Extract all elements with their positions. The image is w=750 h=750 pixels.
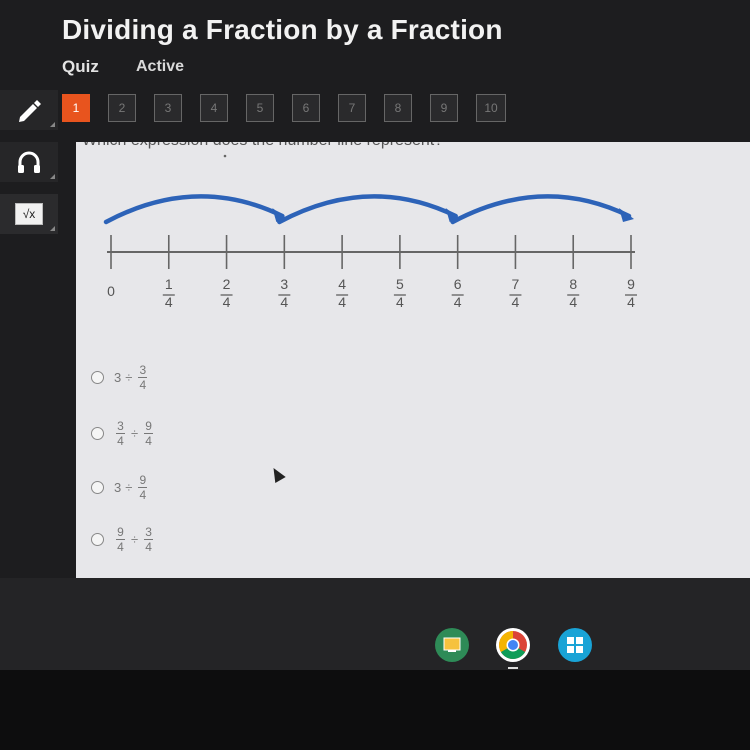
operator: ÷ bbox=[131, 532, 139, 547]
numerator: 3 bbox=[145, 525, 152, 539]
tick-label-denominator: 4 bbox=[454, 294, 462, 310]
tool-corner bbox=[50, 122, 55, 127]
tick-label-numerator: 1 bbox=[165, 276, 173, 292]
tick-label-denominator: 4 bbox=[396, 294, 404, 310]
radio-button[interactable] bbox=[91, 371, 104, 384]
denominator: 4 bbox=[139, 488, 147, 502]
headphones-icon bbox=[18, 151, 40, 173]
whole-number: 3 bbox=[114, 370, 122, 385]
whole-number: 3 bbox=[114, 480, 122, 495]
question-tab[interactable]: 4 bbox=[200, 94, 228, 122]
jump-arrowhead bbox=[619, 208, 634, 222]
answer-option[interactable]: 3 ÷ 9 4 bbox=[91, 474, 149, 501]
active-app-indicator bbox=[508, 667, 518, 669]
tick-label-numerator: 5 bbox=[396, 276, 404, 292]
fraction: 94 bbox=[116, 526, 125, 553]
pencil-icon bbox=[19, 100, 41, 122]
tick-label: 0 bbox=[107, 283, 115, 299]
tick-label-denominator: 4 bbox=[512, 294, 520, 310]
grid-icon bbox=[567, 637, 583, 653]
tick-label-numerator: 3 bbox=[280, 276, 288, 292]
operator: ÷ bbox=[125, 370, 133, 385]
status-label: Active bbox=[136, 58, 185, 75]
question-tab[interactable]: 2 bbox=[108, 94, 136, 122]
question-tab[interactable]: 6 bbox=[292, 94, 320, 122]
pencil-tool-button[interactable] bbox=[0, 90, 58, 130]
fraction: 94 bbox=[144, 419, 154, 448]
os-shelf bbox=[0, 578, 750, 670]
option-expression: 9 4 ÷ 3 4 bbox=[114, 526, 155, 553]
radio-button[interactable] bbox=[91, 481, 104, 494]
jump-arc bbox=[277, 194, 458, 225]
question-tab[interactable]: 10 bbox=[476, 94, 506, 122]
board-icon bbox=[443, 637, 461, 652]
numerator: 9 bbox=[145, 419, 152, 433]
option-expression: 3 ÷ 3 4 bbox=[114, 364, 149, 391]
option-expression: 3 ÷ 9 4 bbox=[114, 474, 149, 501]
question-tab[interactable]: 7 bbox=[338, 94, 366, 122]
question-card: Which expression does the number line re… bbox=[76, 142, 750, 578]
tick-label-denominator: 4 bbox=[338, 294, 346, 310]
tick-label-numerator: 8 bbox=[569, 276, 577, 292]
numerator: 3 bbox=[117, 419, 124, 433]
denominator: 4 bbox=[145, 540, 152, 554]
tick-label-numerator: 7 bbox=[512, 276, 520, 292]
tick-label-numerator: 9 bbox=[627, 276, 635, 292]
denominator: 4 bbox=[117, 434, 124, 448]
question-tab[interactable]: 1 bbox=[62, 94, 90, 122]
numerator: 9 bbox=[139, 473, 147, 487]
fraction: 94 bbox=[138, 473, 148, 502]
denominator: 4 bbox=[139, 378, 147, 392]
jump-arc bbox=[103, 194, 285, 225]
answer-option[interactable]: 3 4 ÷ 9 4 bbox=[91, 420, 155, 447]
radio-button[interactable] bbox=[91, 427, 104, 440]
tick-label-numerator: 6 bbox=[454, 276, 462, 292]
calculator-tool-button[interactable]: √x bbox=[0, 194, 58, 234]
tick-label-denominator: 4 bbox=[569, 294, 577, 310]
operator: ÷ bbox=[131, 426, 139, 441]
tick-label-denominator: 4 bbox=[627, 294, 635, 310]
stray-dot bbox=[223, 154, 227, 158]
answer-option[interactable]: 9 4 ÷ 3 4 bbox=[91, 526, 155, 553]
question-tab[interactable]: 9 bbox=[430, 94, 458, 122]
radio-button[interactable] bbox=[91, 533, 104, 546]
apps-launcher-icon[interactable] bbox=[558, 628, 592, 662]
tool-corner bbox=[50, 174, 55, 179]
numerator: 9 bbox=[117, 525, 124, 539]
fraction: 34 bbox=[116, 420, 125, 447]
numerator: 3 bbox=[139, 363, 147, 377]
quiz-label: Quiz bbox=[62, 57, 99, 76]
fraction: 34 bbox=[138, 363, 148, 392]
operator: ÷ bbox=[125, 480, 133, 495]
headphones-tool-button[interactable] bbox=[0, 142, 58, 182]
question-tab[interactable]: 8 bbox=[384, 94, 412, 122]
denominator: 4 bbox=[145, 434, 152, 448]
denominator: 4 bbox=[117, 540, 124, 554]
classroom-app-icon[interactable] bbox=[435, 628, 469, 662]
answer-option[interactable]: 3 ÷ 3 4 bbox=[91, 364, 149, 391]
tick-label-numerator: 4 bbox=[338, 276, 346, 292]
option-expression: 3 4 ÷ 9 4 bbox=[114, 420, 155, 447]
chrome-logo-icon bbox=[499, 631, 527, 659]
tick-label-denominator: 4 bbox=[165, 294, 173, 310]
question-tab[interactable]: 3 bbox=[154, 94, 182, 122]
fraction: 34 bbox=[144, 525, 154, 554]
tick-label-denominator: 4 bbox=[280, 294, 288, 310]
calculator-icon: √x bbox=[15, 203, 43, 225]
screen: Dividing a Fraction by a Fraction Quiz A… bbox=[0, 0, 750, 750]
page-title: Dividing a Fraction by a Fraction bbox=[62, 14, 503, 45]
tick-label-numerator: 2 bbox=[223, 276, 231, 292]
tool-corner bbox=[50, 226, 55, 231]
number-line: 0 1 4 2 4 3 4 4 4 5 4 6 4 7 4 8 4 9 4 bbox=[103, 154, 637, 310]
screen-bezel bbox=[0, 670, 750, 750]
mouse-cursor-icon bbox=[268, 464, 286, 484]
jump-arc bbox=[450, 194, 632, 225]
question-tab[interactable]: 5 bbox=[246, 94, 274, 122]
tick-label-denominator: 4 bbox=[223, 294, 231, 310]
chrome-icon[interactable] bbox=[496, 628, 530, 662]
